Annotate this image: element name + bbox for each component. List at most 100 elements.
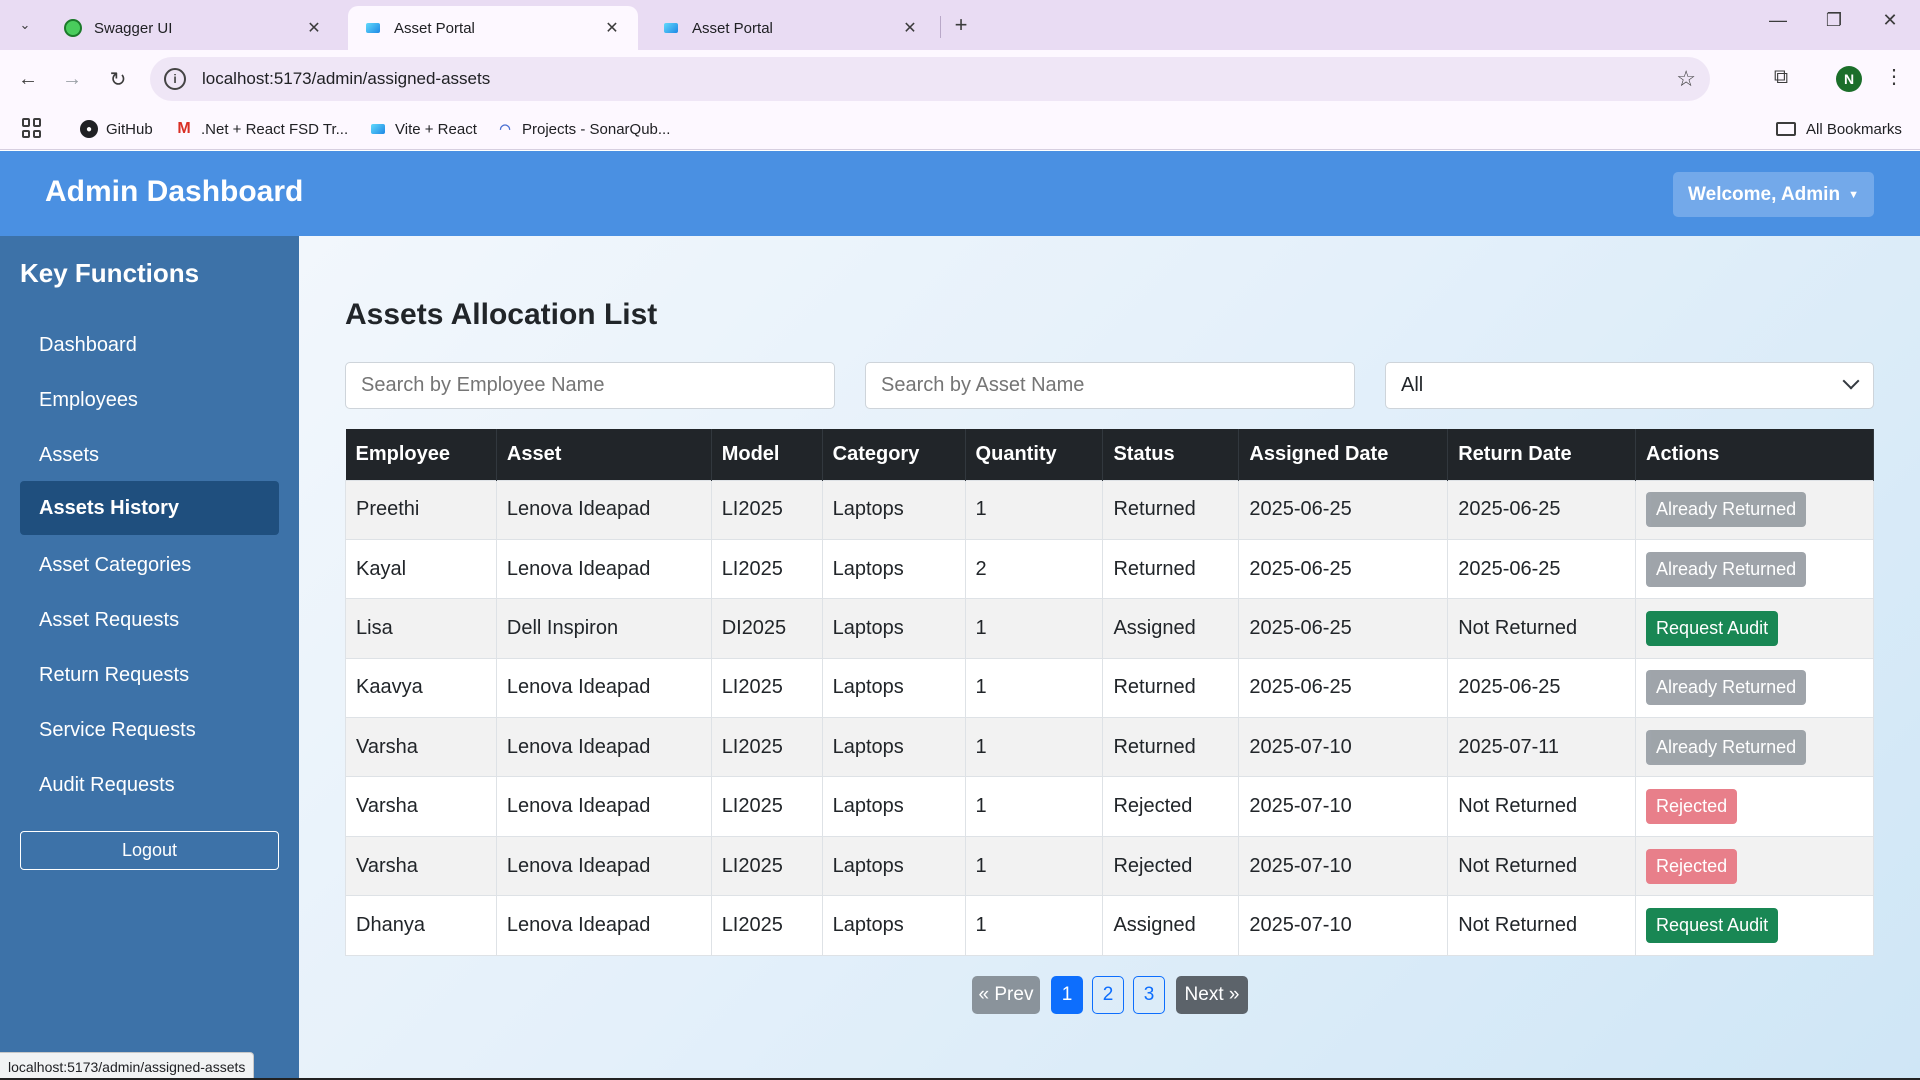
- sidebar-item-assets[interactable]: Assets: [20, 428, 279, 482]
- table-row: Kaavya Lenova Ideapad LI2025 Laptops 1 R…: [345, 657, 1874, 718]
- already-returned-button[interactable]: Already Returned: [1646, 729, 1807, 765]
- sidebar-item-employees[interactable]: Employees: [20, 373, 279, 427]
- apps-grid-icon[interactable]: [22, 118, 42, 138]
- link-status-bar: localhost:5173/admin/assigned-assets: [0, 1052, 255, 1080]
- tab-label: Asset Portal: [692, 19, 773, 37]
- request-audit-button[interactable]: Request Audit: [1646, 610, 1779, 646]
- welcome-dropdown-button[interactable]: Welcome, Admin ▼: [1673, 172, 1874, 217]
- already-returned-button[interactable]: Already Returned: [1646, 670, 1807, 706]
- cell-status: Returned: [1102, 538, 1240, 599]
- new-tab-icon[interactable]: +: [948, 12, 974, 38]
- cell-employee: Lisa: [345, 598, 497, 659]
- window-close-icon[interactable]: ✕: [1870, 10, 1910, 31]
- table-row: Dhanya Lenova Ideapad LI2025 Laptops 1 A…: [345, 895, 1874, 956]
- sidebar-item-audit-requests[interactable]: Audit Requests: [20, 758, 279, 812]
- sidebar-item-asset-categories[interactable]: Asset Categories: [20, 538, 279, 592]
- minimize-icon[interactable]: —: [1758, 10, 1798, 31]
- cell-quantity: 1: [965, 835, 1104, 896]
- page-button-1[interactable]: 1: [1051, 976, 1083, 1014]
- sidebar-item-label: Return Requests: [39, 663, 190, 686]
- rejected-button[interactable]: Rejected: [1646, 848, 1738, 884]
- bookmark-github[interactable]: ● GitHub: [80, 116, 153, 142]
- sidebar-item-dashboard[interactable]: Dashboard: [20, 318, 279, 372]
- cell-asset: Lenova Ideapad: [496, 835, 712, 896]
- cell-asset: Lenova Ideapad: [496, 657, 712, 718]
- back-icon[interactable]: ←: [14, 65, 42, 93]
- cell-category: Laptops: [822, 776, 966, 837]
- assets-table: Employee Asset Model Category Quantity S…: [345, 429, 1874, 956]
- tab-separator: [940, 16, 941, 38]
- sidebar-item-label: Audit Requests: [39, 773, 175, 796]
- already-returned-button[interactable]: Already Returned: [1646, 551, 1807, 587]
- sidebar-item-label: Service Requests: [39, 718, 196, 741]
- chevron-down-icon: [1842, 372, 1860, 390]
- cell-employee: Dhanya: [345, 895, 497, 956]
- browser-tab-asset-portal[interactable]: Asset Portal ✕: [646, 6, 936, 50]
- close-icon[interactable]: ✕: [900, 18, 920, 38]
- cell-category: Laptops: [822, 895, 966, 956]
- close-icon[interactable]: ✕: [304, 18, 324, 38]
- cell-category: Laptops: [822, 657, 966, 718]
- employee-search-input[interactable]: [345, 362, 835, 409]
- column-header: Employee: [345, 429, 497, 480]
- cell-category: Laptops: [822, 717, 966, 777]
- column-header: Return Date: [1447, 429, 1637, 480]
- logout-button[interactable]: Logout: [20, 831, 279, 870]
- reload-icon[interactable]: ↻: [104, 65, 132, 93]
- table-row: Varsha Lenova Ideapad LI2025 Laptops 1 R…: [345, 835, 1874, 896]
- cell-assigned-date: 2025-07-10: [1238, 717, 1449, 777]
- vite-icon: [369, 120, 387, 138]
- browser-tab-swagger[interactable]: Swagger UI ✕: [48, 6, 340, 50]
- tab-search-chevron-icon[interactable]: ⌄: [10, 10, 40, 40]
- extensions-icon[interactable]: ⧉: [1768, 66, 1794, 92]
- sidebar-item-return-requests[interactable]: Return Requests: [20, 648, 279, 702]
- table-row: Varsha Lenova Ideapad LI2025 Laptops 1 R…: [345, 717, 1874, 777]
- bookmark-sonarqube[interactable]: ◠ Projects - SonarQub...: [496, 116, 670, 142]
- table-row: Kayal Lenova Ideapad LI2025 Laptops 2 Re…: [345, 538, 1874, 599]
- already-returned-button[interactable]: Already Returned: [1646, 492, 1807, 528]
- bookmark-star-icon[interactable]: ☆: [1676, 66, 1696, 92]
- sidebar-item-asset-requests[interactable]: Asset Requests: [20, 593, 279, 647]
- column-header: Status: [1102, 429, 1240, 480]
- prev-page-button[interactable]: « Prev: [972, 976, 1040, 1014]
- all-bookmarks[interactable]: All Bookmarks: [1776, 116, 1902, 142]
- sidebar-item-service-requests[interactable]: Service Requests: [20, 703, 279, 757]
- asset-search-input[interactable]: [865, 362, 1355, 409]
- cell-category: Laptops: [822, 538, 966, 599]
- cell-model: LI2025: [711, 717, 823, 777]
- cell-assigned-date: 2025-06-25: [1238, 538, 1449, 599]
- address-bar[interactable]: i localhost:5173/admin/assigned-assets ☆: [150, 57, 1710, 101]
- address-url[interactable]: localhost:5173/admin/assigned-assets: [202, 69, 490, 89]
- browser-toolbar: ← → ↻ i localhost:5173/admin/assigned-as…: [0, 50, 1920, 108]
- menu-kebab-icon[interactable]: ⋮: [1884, 64, 1904, 89]
- profile-avatar[interactable]: N: [1836, 66, 1862, 92]
- cell-actions: Rejected: [1635, 835, 1874, 896]
- column-header: Assigned Date: [1238, 429, 1449, 480]
- close-icon[interactable]: ✕: [602, 18, 622, 38]
- request-audit-button[interactable]: Request Audit: [1646, 907, 1779, 943]
- table-row: Varsha Lenova Ideapad LI2025 Laptops 1 R…: [345, 776, 1874, 837]
- cell-employee: Varsha: [345, 776, 497, 837]
- cell-category: Laptops: [822, 479, 966, 540]
- cell-assigned-date: 2025-07-10: [1238, 776, 1449, 837]
- page-button-2[interactable]: 2: [1092, 976, 1124, 1014]
- sidebar-item-assets-history[interactable]: Assets History: [20, 481, 279, 535]
- cell-asset: Dell Inspiron: [496, 598, 712, 659]
- site-info-icon[interactable]: i: [164, 68, 186, 90]
- cell-status: Assigned: [1102, 895, 1240, 956]
- bookmark-net-react[interactable]: M .Net + React FSD Tr...: [175, 116, 348, 142]
- cell-actions: Rejected: [1635, 776, 1874, 837]
- forward-icon[interactable]: →: [58, 65, 86, 93]
- cell-assigned-date: 2025-06-25: [1238, 657, 1449, 718]
- table-row: Preethi Lenova Ideapad LI2025 Laptops 1 …: [345, 479, 1874, 540]
- cell-asset: Lenova Ideapad: [496, 717, 712, 777]
- status-filter-select[interactable]: All: [1385, 362, 1874, 409]
- page-button-3[interactable]: 3: [1133, 976, 1165, 1014]
- browser-tab-bar: ⌄ Swagger UI ✕ Asset Portal ✕ Asset Port…: [0, 0, 1920, 50]
- rejected-button[interactable]: Rejected: [1646, 789, 1738, 825]
- browser-tab-asset-portal-active[interactable]: Asset Portal ✕: [348, 6, 638, 50]
- next-page-button[interactable]: Next »: [1176, 976, 1248, 1014]
- bookmark-vite-react[interactable]: Vite + React: [369, 116, 477, 142]
- restore-icon[interactable]: ❐: [1814, 10, 1854, 31]
- cell-asset: Lenova Ideapad: [496, 479, 712, 540]
